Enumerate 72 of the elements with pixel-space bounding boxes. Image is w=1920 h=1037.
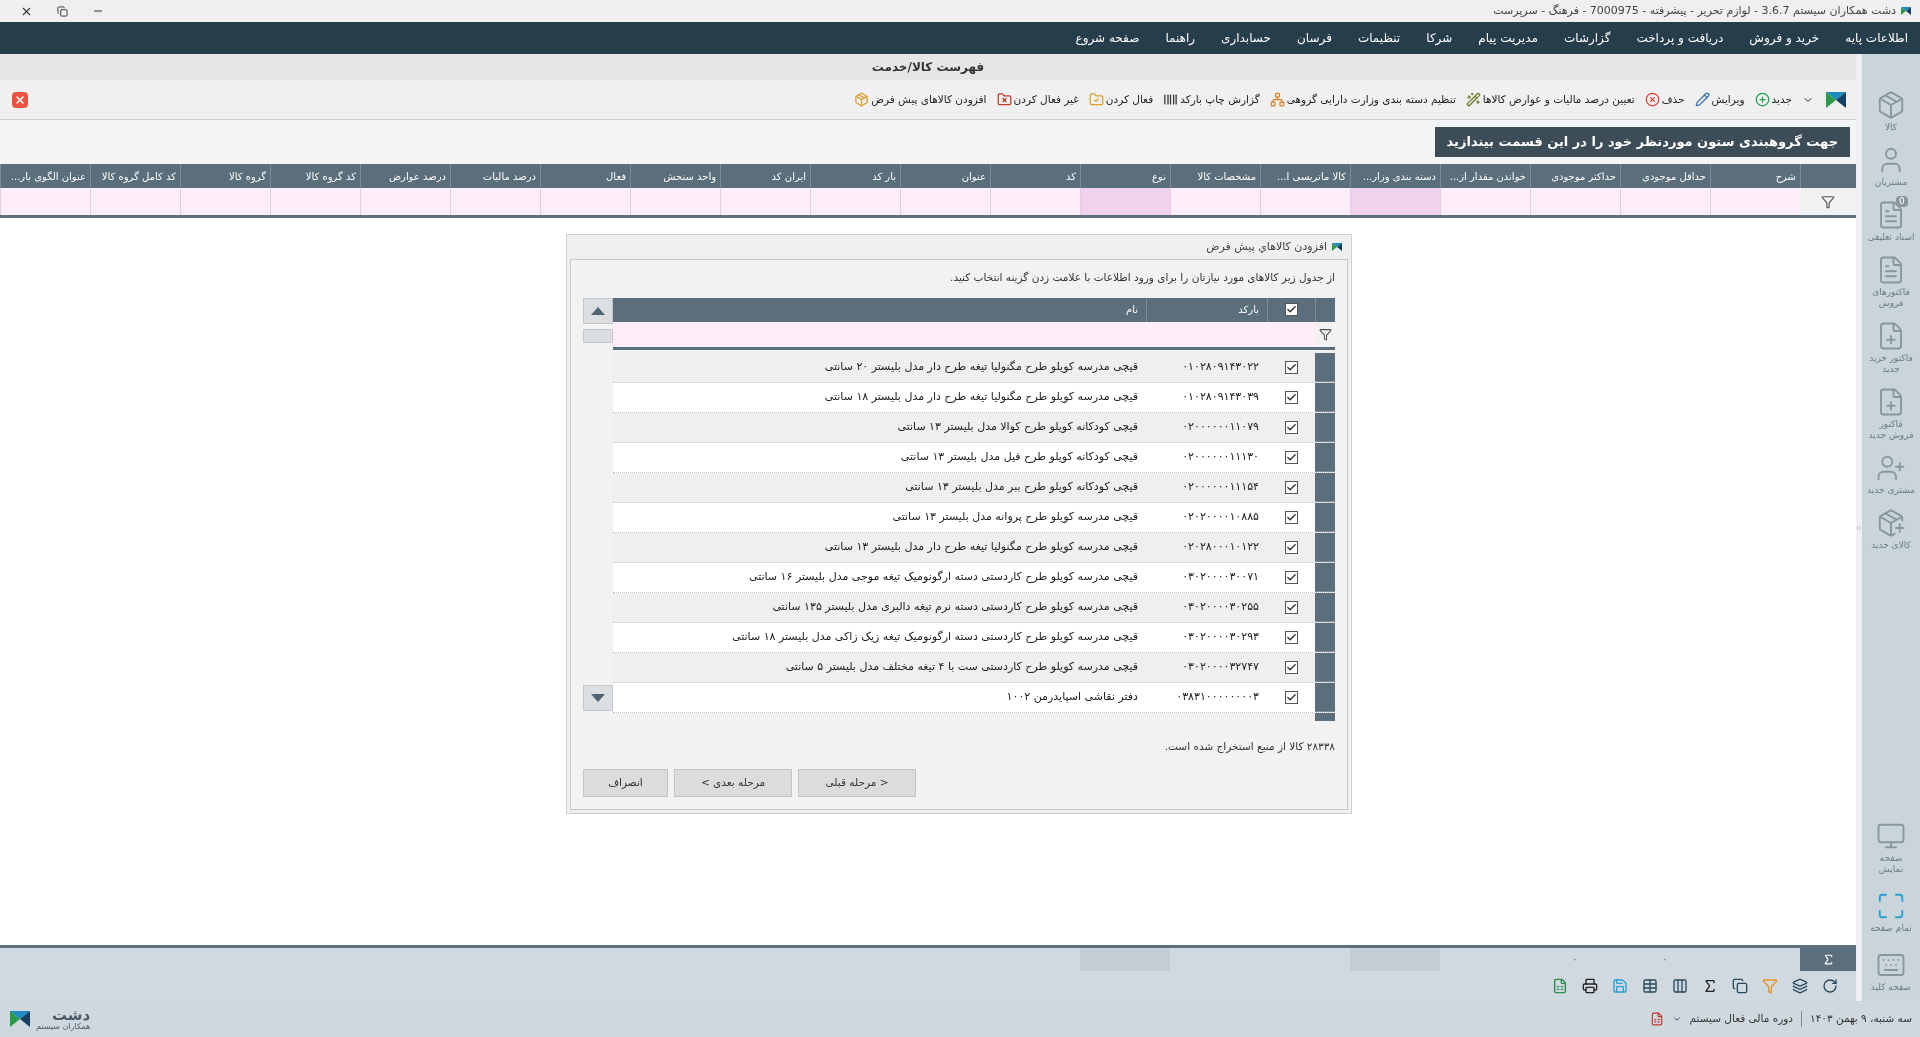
dialog-title: افزودن کالاهاي پيش فرض: [1206, 238, 1327, 255]
table-cell-text: قیچی مدرسه کویلو طرح کاردستی دسته ارگونومیک تیغه زیک زاکی مدل بلیستر ۱۸ سانتی: [731, 629, 1139, 645]
dialog-button[interactable]: مرحله بعدی >: [674, 768, 792, 797]
table-cell-text: ۰۳۰۲۰۰۰۰۳۰۰۷۱: [1181, 569, 1260, 585]
menu-item[interactable]: دریافت و پرداخت: [1636, 29, 1724, 47]
count-badge: 0: [1896, 196, 1908, 207]
table-cell-text: قیچی کودکانه کویلو طرح فیل مدل بلیستر ۱۳ سانتی: [899, 449, 1139, 465]
summary-value: ۰: [1572, 952, 1578, 966]
toolbar-button[interactable]: فعال کردن: [1088, 91, 1154, 108]
table-cell-text: ۰۱۰۲۸۰۹۱۴۳۰۲۲: [1181, 359, 1260, 375]
toolbar-button[interactable]: ویرایش: [1694, 91, 1745, 108]
sidebar-item[interactable]: مشتریان: [1862, 141, 1920, 192]
table-cell-text: قیچی مدرسه کویلو طرح کاردستی ست با ۴ تیغه مختلف مدل بلیستر ۵ سانتی: [784, 659, 1139, 675]
table-cell-text: ۰۲۰۰۰۰۰۰۱۱۱۵۴: [1181, 479, 1260, 495]
column-header[interactable]: نام: [613, 297, 1146, 322]
sidebar-item[interactable]: فاکتور خرید جدید: [1862, 317, 1920, 379]
table-cell-text: قیچی مدرسه کویلو طرح مگنولیا تیغه طرح دار مدل بلیستر ۲۰ سانتی: [823, 359, 1139, 375]
sidebar-item[interactable]: صفحه کلید: [1862, 946, 1920, 997]
menu-item[interactable]: صفحه شروع: [1075, 29, 1140, 47]
dialog-button[interactable]: انصراف: [583, 768, 668, 797]
menu-item[interactable]: راهنما: [1165, 29, 1196, 47]
toolbar-button[interactable]: تنظیم دسته بندی وزارت دارایی گروهی: [1269, 91, 1456, 108]
table-cell-text: قیچی مدرسه کویلو طرح پروانه مدل بلیستر ۱۳ سانتی: [891, 509, 1139, 525]
toolbar-button[interactable]: افزودن کالاهای پیش فرض: [854, 91, 987, 108]
summary-value: ۰: [1662, 952, 1668, 966]
sidebar-item[interactable]: کالا: [1862, 86, 1920, 137]
column-header[interactable]: بارکد: [1146, 297, 1267, 322]
logo-name: دشت: [51, 1007, 91, 1023]
table-cell-text: قیچی مدرسه کویلو طرح کاردستی دسته نرم تیغه دالبری مدل بلیستر ۱۳۵ سانتی: [771, 599, 1139, 615]
menu-item[interactable]: فرسان: [1297, 29, 1332, 47]
sidebar-item[interactable]: فاکتورهای فروش: [1862, 251, 1920, 313]
window-title: دشت همکاران سیستم 3.6.7 - لوازم تحریر - پیشرفته - 7000975 - فرهنگ - سرپرست: [1493, 2, 1896, 19]
group-by-hint: جهت گروهبندی ستون موردنظر خود را در این قسمت بیندازید: [1434, 127, 1850, 157]
table-cell-text: ۰۲۰۰۰۰۰۰۱۱۱۳۰: [1181, 449, 1260, 465]
toolbar-button[interactable]: غیر فعال کردن: [996, 91, 1079, 108]
toolbar-button[interactable]: تعیین درصد مالیات و عوارض کالاها: [1465, 91, 1635, 108]
menu-item[interactable]: گزارشات: [1563, 29, 1611, 47]
table-cell-text: ۰۳۰۲۰۰۰۰۳۰۲۵۵: [1181, 599, 1260, 615]
table-cell-text: قیچی مدرسه کویلو طرح مگنولیا تیغه طرح دار مدل بلیستر ۱۸ سانتی: [823, 389, 1139, 405]
status-period: دوره مالی فعال سیستم: [1689, 1011, 1802, 1027]
table-cell-text: قیچی مدرسه کویلو طرح مگنولیا تیغه طرح دار مدل بلیستر ۱۳ سانتی: [823, 539, 1139, 555]
menu-item[interactable]: اطلاعات پایه: [1845, 29, 1908, 47]
logo-subtitle: همکاران سیستم: [36, 1022, 91, 1031]
sidebar-item[interactable]: فاکتور فروش جدید: [1862, 383, 1920, 445]
menu-item[interactable]: مدیریت پیام: [1478, 29, 1538, 47]
dialog-button[interactable]: < مرحله قبلی: [798, 768, 916, 797]
count-text: ۲۸۳۳۸ کالا از منبع استخراج شده است.: [1163, 738, 1335, 755]
table-cell-text: قیچی کودکانه کویلو طرح ببر مدل بلیستر ۱۳ سانتی: [904, 479, 1139, 495]
menu-item[interactable]: حسابداری: [1221, 29, 1271, 47]
toolbar-button[interactable]: گزارش چاپ بارکد: [1163, 91, 1260, 108]
table-cell-text: ۰۲۰۲۸۰۰۰۱۰۱۲۲: [1181, 539, 1260, 555]
table-cell-text: ۰۳۰۲۰۰۰۰۳۲۷۴۷: [1181, 659, 1260, 675]
toolbar-button[interactable]: جدید: [1754, 91, 1792, 108]
table-cell-text: دفتر نقاشی اسپایدرمن ۱۰۰۲: [1005, 689, 1139, 705]
table-cell-text: ۰۳۰۲۰۰۰۰۳۰۲۹۳: [1181, 629, 1260, 645]
table-cell-text: ۰۲۰۲۰۰۰۰۱۰۸۸۵: [1181, 509, 1260, 525]
table-cell-text: ۰۲۰۰۰۰۰۰۱۱۰۷۹: [1181, 419, 1260, 435]
table-cell-text: ۰۱۰۲۸۰۹۱۴۳۰۳۹: [1181, 389, 1260, 405]
menu-item[interactable]: شرکا: [1426, 29, 1453, 47]
table-cell-text: ۰۳۸۳۱۰۰۰۰۰۰۰۰۳: [1175, 689, 1260, 705]
sidebar-item[interactable]: مشتری جدید: [1862, 449, 1920, 500]
toolbar-button[interactable]: حذف: [1644, 91, 1685, 108]
status-date: سه شنبه، ۹ بهمن ۱۴۰۳: [1810, 1011, 1912, 1027]
table-cell-text: قیچی کودکانه کویلو طرح کوالا مدل بلیستر ۱۳ سانتی: [896, 419, 1139, 435]
menu-item[interactable]: تنظیمات: [1357, 29, 1401, 47]
sidebar-item[interactable]: صفحه نمایش: [1862, 817, 1920, 879]
table-cell-text: قیچی مدرسه کویلو طرح کاردستی دسته ارگونومیک تیغه موجی مدل بلیستر ۱۶ سانتی: [747, 569, 1139, 585]
instruction-text: از جدول زیر کالاهای مورد نیازتان را برای ورود اطلاعات با علامت زدن گزینه انتخاب کنید.: [949, 270, 1335, 286]
menu-item[interactable]: خرید و فروش: [1749, 29, 1820, 47]
form-title: فهرست کالا/خدمت: [871, 59, 985, 76]
sidebar-item[interactable]: تمام صفحه: [1862, 887, 1920, 938]
sidebar-item[interactable]: کالای جدید: [1862, 504, 1920, 555]
